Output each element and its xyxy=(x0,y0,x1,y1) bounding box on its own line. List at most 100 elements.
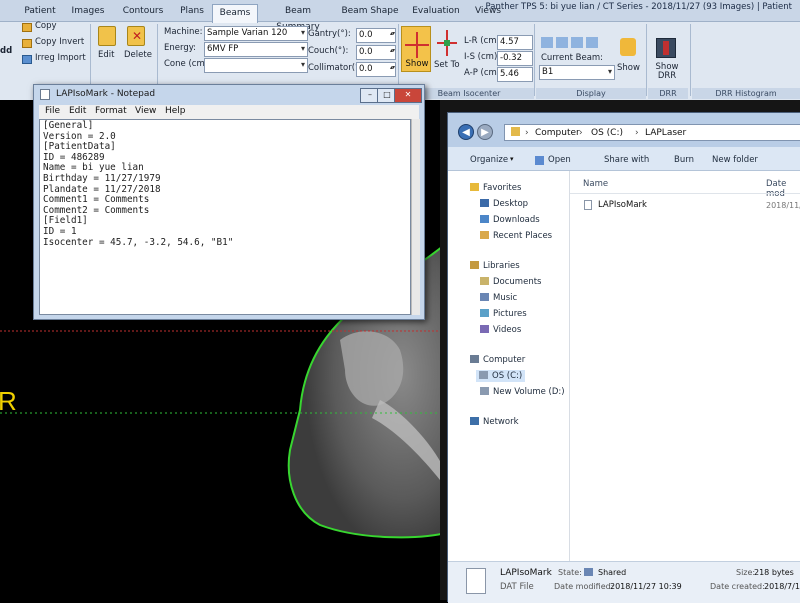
gantry-input[interactable]: 0.0 xyxy=(356,28,396,43)
copy-invert-button[interactable]: Copy Invert xyxy=(35,37,84,47)
group-label-drr: DRR xyxy=(648,88,688,99)
nav-label: Computer xyxy=(483,355,526,365)
delete-button[interactable]: Delete xyxy=(124,50,152,60)
nav-libraries[interactable]: Libraries xyxy=(470,261,520,271)
vertical-scrollbar[interactable] xyxy=(411,119,420,315)
text-line: [Field1] xyxy=(43,215,88,227)
irreg-import-button[interactable]: Irreg Import xyxy=(35,53,86,63)
nav-new-volume-d[interactable]: New Volume (D:) xyxy=(480,387,565,397)
nav-label: New Volume (D:) xyxy=(493,387,565,397)
tab-patient[interactable]: Patient xyxy=(18,3,62,19)
menu-help[interactable]: Help xyxy=(165,106,186,116)
menu-edit[interactable]: Edit xyxy=(69,106,86,116)
explorer-address-bar: ◀ ▶ › Computer › OS (C:) › LAPLaser xyxy=(448,113,800,147)
burn-button[interactable]: Burn xyxy=(674,155,694,165)
cone-select[interactable] xyxy=(204,58,308,73)
tab-beams[interactable]: Beams xyxy=(212,4,258,23)
collimator-input[interactable]: 0.0 xyxy=(356,62,396,77)
star-icon xyxy=(470,183,479,191)
nav-documents[interactable]: Documents xyxy=(480,277,541,287)
nav-pictures[interactable]: Pictures xyxy=(480,309,527,319)
prev-beam-icon[interactable] xyxy=(556,37,568,48)
show-drr-button[interactable]: Show DRR xyxy=(650,63,684,81)
library-icon xyxy=(470,261,479,269)
breadcrumb-computer[interactable]: Computer xyxy=(535,128,580,138)
couch-input[interactable]: 0.0 xyxy=(356,45,396,60)
tab-beam-shape[interactable]: Beam Shape xyxy=(340,3,400,19)
notepad-text-area[interactable]: [General] Version = 2.0 [PatientData] ID = … xyxy=(39,119,411,315)
explorer-window[interactable]: ◀ ▶ › Computer › OS (C:) › LAPLaser Orga… xyxy=(447,112,800,603)
nav-downloads[interactable]: Downloads xyxy=(480,215,540,225)
tab-contours[interactable]: Contours xyxy=(118,3,168,19)
column-date-modified[interactable]: Date mod xyxy=(766,179,800,199)
ap-input[interactable]: 5.46 xyxy=(497,67,533,82)
notepad-title-bar[interactable]: LAPIsoMark - Notepad – □ ✕ xyxy=(34,85,424,105)
breadcrumb-os-c[interactable]: OS (C:) xyxy=(591,128,623,138)
tab-images[interactable]: Images xyxy=(66,3,110,19)
energy-label: Energy: xyxy=(164,43,197,53)
menu-format[interactable]: Format xyxy=(95,106,127,116)
last-beam-icon[interactable] xyxy=(586,37,598,48)
share-with-button[interactable]: Share with xyxy=(604,155,649,165)
file-large-icon xyxy=(466,568,486,594)
breadcrumb-laplaser[interactable]: LAPLaser xyxy=(645,128,686,138)
menu-file[interactable]: File xyxy=(45,106,60,116)
column-name[interactable]: Name xyxy=(583,179,608,189)
close-button[interactable]: ✕ xyxy=(394,88,422,103)
show-button[interactable]: Show xyxy=(401,26,431,72)
breadcrumb-separator: › xyxy=(525,128,529,138)
side-label: R xyxy=(0,386,17,416)
copy-invert-icon xyxy=(22,39,32,48)
created-value: 2018/7/11 xyxy=(764,582,800,591)
state-label: State: xyxy=(558,568,582,577)
text-line: Comment2 = Comments xyxy=(43,204,150,216)
open-button[interactable]: Open xyxy=(548,155,571,165)
current-beam-label: Current Beam: xyxy=(541,53,604,63)
crosshair-icon xyxy=(405,32,429,58)
created-label: Date created: xyxy=(710,582,765,591)
machine-select[interactable]: Sample Varian 120 xyxy=(204,26,308,41)
show-beam-button[interactable]: Show xyxy=(617,63,640,73)
chevron-down-icon: ▾ xyxy=(510,155,514,163)
divider xyxy=(534,24,535,96)
copy-button[interactable]: Copy xyxy=(35,21,57,31)
edit-button[interactable]: Edit xyxy=(98,50,114,60)
nav-desktop[interactable]: Desktop xyxy=(480,199,528,209)
text-line: ID = 1 xyxy=(43,225,77,237)
lr-input[interactable]: 4.57 xyxy=(497,35,533,50)
open-icon xyxy=(535,156,544,165)
add-button[interactable]: dd xyxy=(0,46,12,56)
menu-view[interactable]: View xyxy=(135,106,156,116)
text-line: Isocenter = 45.7, -3.2, 54.6, "B1" xyxy=(43,236,234,248)
nav-favorites[interactable]: Favorites xyxy=(470,183,521,193)
new-folder-button[interactable]: New folder xyxy=(712,155,758,165)
set-to-button[interactable]: Set To xyxy=(434,60,460,70)
tab-plans[interactable]: Plans xyxy=(174,3,210,19)
organize-button[interactable]: Organize xyxy=(470,155,508,165)
videos-icon xyxy=(480,325,489,333)
desktop-icon xyxy=(480,199,489,207)
nav-network[interactable]: Network xyxy=(470,417,519,427)
nav-music[interactable]: Music xyxy=(480,293,517,303)
nav-recent-places[interactable]: Recent Places xyxy=(480,231,552,241)
breadcrumb[interactable]: › Computer › OS (C:) › LAPLaser xyxy=(504,124,800,141)
energy-select[interactable]: 6MV FP xyxy=(204,42,308,57)
breadcrumb-separator: › xyxy=(579,128,583,138)
show-label: Show xyxy=(405,59,429,69)
modified-label: Date modified: xyxy=(554,582,614,591)
next-beam-icon[interactable] xyxy=(571,37,583,48)
nav-computer[interactable]: Computer xyxy=(470,355,525,365)
tab-evaluation[interactable]: Evaluation xyxy=(408,3,464,19)
nav-videos[interactable]: Videos xyxy=(480,325,521,335)
forward-icon[interactable]: ▶ xyxy=(477,124,493,140)
current-beam-select[interactable]: B1 xyxy=(539,65,615,80)
nav-os-c[interactable]: OS (C:) xyxy=(476,370,526,382)
notepad-window[interactable]: LAPIsoMark - Notepad – □ ✕ File Edit For… xyxy=(33,84,425,320)
tab-beam-summary[interactable]: Beam Summary xyxy=(262,3,334,32)
drive-icon xyxy=(479,371,488,379)
first-beam-icon[interactable] xyxy=(541,37,553,48)
file-row[interactable]: LAPIsoMark 2018/11/2 xyxy=(580,197,800,213)
back-icon[interactable]: ◀ xyxy=(458,124,474,140)
is-input[interactable]: -0.32 xyxy=(497,51,533,66)
file-name: LAPIsoMark xyxy=(598,200,647,210)
